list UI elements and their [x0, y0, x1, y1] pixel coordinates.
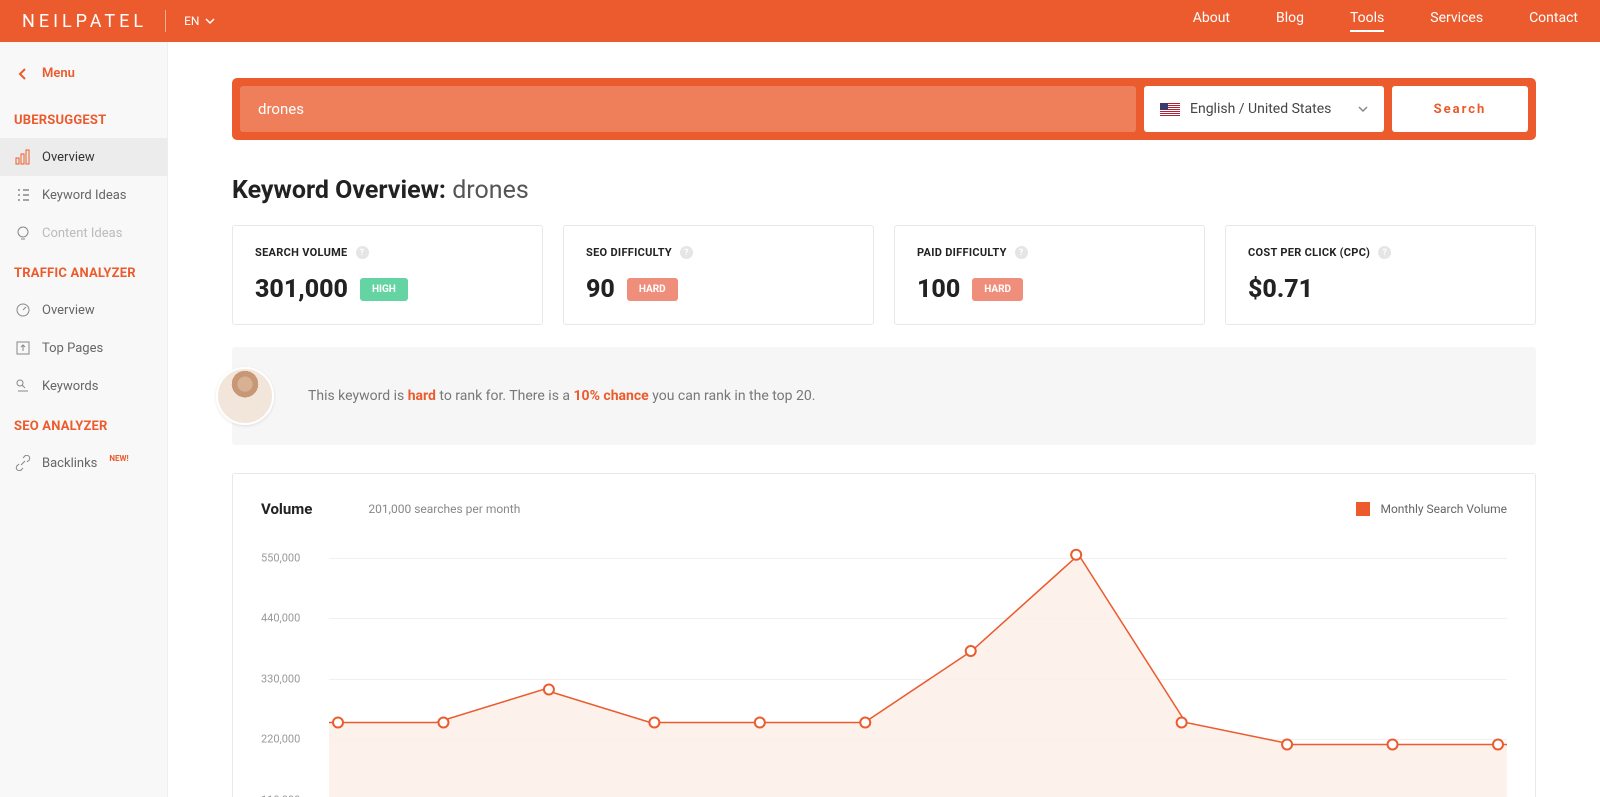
- new-badge: NEW!: [109, 454, 128, 463]
- sidebar: Menu UBERSUGGEST Overview Keyword Ideas …: [0, 42, 168, 797]
- menu-label: Menu: [42, 66, 75, 81]
- top-nav: About Blog Tools Services Contact: [1193, 10, 1578, 32]
- sidebar-item-backlinks[interactable]: Backlinks NEW!: [0, 444, 167, 482]
- page-icon: [14, 339, 32, 357]
- sidebar-item-keywords[interactable]: Keywords: [0, 367, 167, 405]
- badge-hard: HARD: [627, 278, 678, 301]
- badge-high: HIGH: [360, 278, 408, 301]
- sidebar-label: Backlinks: [42, 456, 97, 471]
- legend-label: Monthly Search Volume: [1380, 502, 1507, 516]
- sidebar-item-keyword-ideas[interactable]: Keyword Ideas: [0, 176, 167, 214]
- link-icon: [14, 454, 32, 472]
- help-icon[interactable]: ?: [680, 246, 693, 259]
- card-paid-difficulty: PAID DIFFICULTY? 100 HARD: [894, 225, 1205, 325]
- section-traffic: TRAFFIC ANALYZER: [0, 252, 167, 291]
- metric-label: PAID DIFFICULTY: [917, 246, 1007, 259]
- list-icon: [14, 186, 32, 204]
- card-cpc: COST PER CLICK (CPC)? $0.71: [1225, 225, 1536, 325]
- chevron-down-icon: [205, 18, 215, 24]
- chart-title: Volume: [261, 500, 312, 518]
- sidebar-label: Overview: [42, 303, 95, 318]
- search-bar: English / United States Search: [232, 78, 1536, 140]
- language-label: EN: [184, 14, 199, 28]
- card-search-volume: SEARCH VOLUME? 301,000 HIGH: [232, 225, 543, 325]
- metric-label: COST PER CLICK (CPC): [1248, 246, 1370, 259]
- sidebar-item-traffic-overview[interactable]: Overview: [0, 291, 167, 329]
- bulb-icon: [14, 224, 32, 242]
- locale-label: English / United States: [1190, 101, 1331, 117]
- help-icon[interactable]: ?: [1378, 246, 1391, 259]
- main-content: English / United States Search Keyword O…: [168, 42, 1600, 797]
- sidebar-label: Keyword Ideas: [42, 188, 127, 203]
- section-ubersuggest: UBERSUGGEST: [0, 99, 167, 138]
- logo: NEILPATEL: [22, 11, 147, 32]
- sidebar-item-content-ideas[interactable]: Content Ideas: [0, 214, 167, 252]
- nav-services[interactable]: Services: [1430, 10, 1483, 32]
- topbar: NEILPATEL EN About Blog Tools Services C…: [0, 0, 1600, 42]
- chart-container: Volume 201,000 searches per month Monthl…: [232, 473, 1536, 797]
- metric-cards: SEARCH VOLUME? 301,000 HIGH SEO DIFFICULT…: [232, 225, 1536, 325]
- metric-value: 100: [917, 275, 960, 304]
- legend-swatch: [1356, 502, 1370, 516]
- y-tick-label: 550,000: [261, 551, 300, 564]
- sidebar-item-overview[interactable]: Overview: [0, 138, 167, 176]
- metric-value: 90: [586, 275, 615, 304]
- section-seo: SEO ANALYZER: [0, 405, 167, 444]
- page-title-prefix: Keyword Overview:: [232, 176, 446, 205]
- chart-legend: Monthly Search Volume: [1356, 502, 1507, 516]
- page-title: Keyword Overview: drones: [232, 176, 1536, 205]
- badge-hard: HARD: [972, 278, 1023, 301]
- y-tick-label: 440,000: [261, 612, 300, 625]
- chevron-left-icon: [18, 68, 26, 80]
- nav-tools[interactable]: Tools: [1350, 10, 1384, 32]
- search-list-icon: [14, 377, 32, 395]
- y-tick-label: 330,000: [261, 672, 300, 685]
- avatar: [216, 367, 274, 425]
- nav-about[interactable]: About: [1193, 10, 1230, 32]
- sidebar-label: Content Ideas: [42, 226, 122, 241]
- help-icon[interactable]: ?: [1015, 246, 1028, 259]
- chart: 110,000 220,000 330,000 440,000 550,000: [261, 530, 1507, 797]
- chevron-down-icon: [1358, 106, 1368, 112]
- metric-label: SEO DIFFICULTY: [586, 246, 672, 259]
- y-tick-label: 220,000: [261, 733, 300, 746]
- sidebar-label: Overview: [42, 150, 95, 165]
- sidebar-item-top-pages[interactable]: Top Pages: [0, 329, 167, 367]
- metric-label: SEARCH VOLUME: [255, 246, 348, 259]
- card-seo-difficulty: SEO DIFFICULTY? 90 HARD: [563, 225, 874, 325]
- flag-icon: [1160, 103, 1180, 116]
- language-selector[interactable]: EN: [184, 14, 215, 28]
- chart-subtitle: 201,000 searches per month: [368, 502, 520, 516]
- search-input[interactable]: [240, 86, 1136, 132]
- tip-text: This keyword is hard to rank for. There …: [308, 388, 815, 404]
- page-title-keyword: drones: [452, 176, 529, 205]
- sidebar-label: Top Pages: [42, 341, 103, 356]
- tip-bar: This keyword is hard to rank for. There …: [232, 347, 1536, 445]
- metric-value: 301,000: [255, 275, 348, 304]
- help-icon[interactable]: ?: [356, 246, 369, 259]
- locale-selector[interactable]: English / United States: [1144, 86, 1384, 132]
- sidebar-label: Keywords: [42, 379, 98, 394]
- y-tick-label: 110,000: [261, 793, 300, 797]
- metric-value: $0.71: [1248, 275, 1313, 304]
- divider: [165, 10, 166, 32]
- gauge-icon: [14, 301, 32, 319]
- chart-icon: [14, 148, 32, 166]
- menu-toggle[interactable]: Menu: [0, 56, 167, 99]
- search-button[interactable]: Search: [1392, 86, 1528, 132]
- nav-blog[interactable]: Blog: [1276, 10, 1304, 32]
- nav-contact[interactable]: Contact: [1529, 10, 1578, 32]
